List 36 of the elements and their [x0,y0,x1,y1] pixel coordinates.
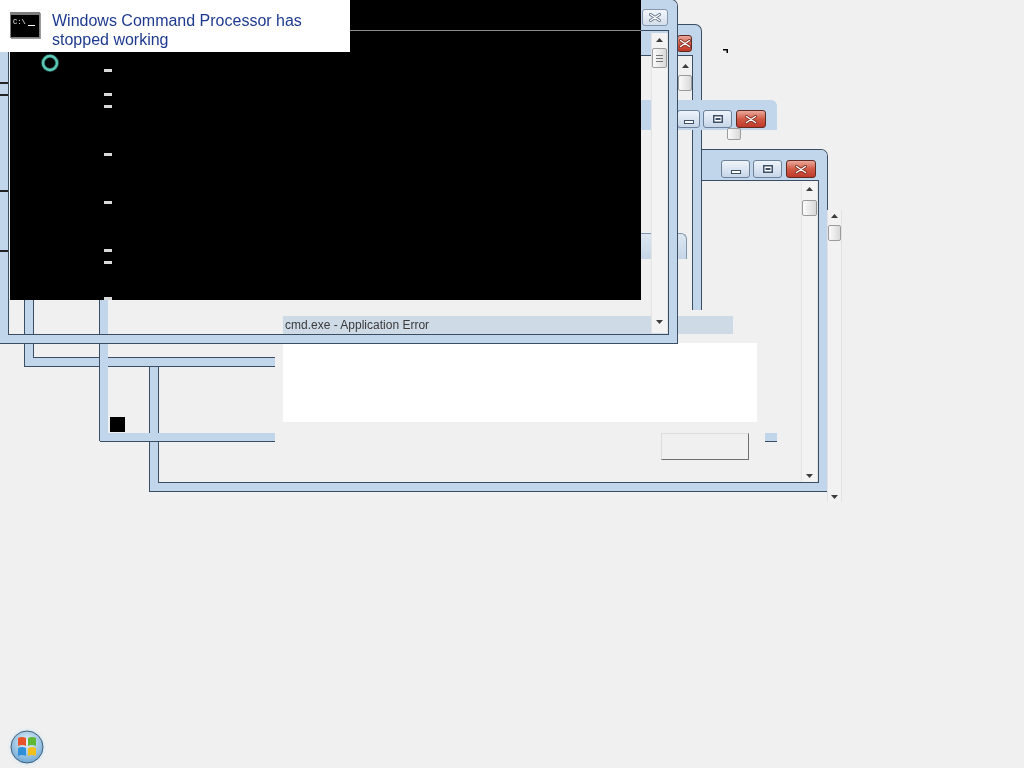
scrollbar[interactable] [801,182,818,482]
scroll-thumb[interactable] [802,200,817,216]
scrollbar[interactable] [651,33,668,333]
maximize-icon [762,165,773,173]
minimize-button[interactable] [721,160,750,178]
maximize-button[interactable] [753,160,782,178]
minimize-icon [683,119,694,124]
close-icon [649,13,661,22]
close-button[interactable] [786,160,816,178]
scroll-thumb[interactable] [727,128,741,140]
down-arrow-icon[interactable] [806,474,813,478]
start-button[interactable] [6,726,48,768]
notification-title: Windows Command Processor has stopped working [52,11,303,49]
minimize-icon [730,169,741,174]
up-arrow-icon[interactable] [656,38,663,42]
dialog-title: cmd.exe - Application Error [285,318,430,332]
up-arrow-icon[interactable] [806,187,813,191]
corner-mark-icon [723,49,728,53]
close-icon [678,39,691,48]
scroll-thumb[interactable] [678,75,692,91]
minimize-button[interactable] [677,110,700,128]
close-icon [795,164,807,174]
up-arrow-icon[interactable] [682,64,689,68]
busy-ring-icon [41,54,59,72]
maximize-icon [712,115,723,123]
flag-orb-icon [6,726,48,768]
close-button[interactable] [736,110,766,128]
dialog-button[interactable] [661,433,749,460]
down-arrow-icon[interactable] [831,495,838,499]
maximize-button[interactable] [703,110,732,128]
down-arrow-icon[interactable] [656,320,663,324]
scroll-thumb[interactable] [828,225,841,241]
up-arrow-icon[interactable] [831,214,838,218]
close-icon [745,114,757,124]
square-mark-icon [110,417,125,432]
scroll-thumb[interactable] [652,48,667,68]
